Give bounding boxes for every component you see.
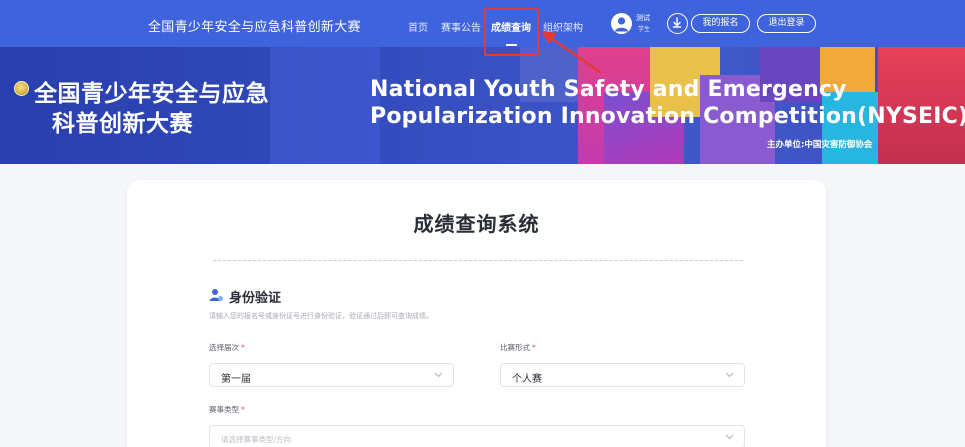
nav-organization[interactable]: 组织架构 xyxy=(543,19,583,34)
chevron-down-icon xyxy=(725,434,734,440)
banner-en-title-line1: National Youth Safety and Emergency xyxy=(370,77,847,102)
user-verify-icon xyxy=(209,289,223,301)
page-title: 成绩查询系统 xyxy=(413,212,540,236)
hero-banner: 全国青少年安全与应急 科普创新大赛 National Youth Safety … xyxy=(0,47,965,164)
banner-deco-block xyxy=(270,47,380,164)
format-label: 比赛形式 * xyxy=(500,343,536,352)
session-select[interactable]: 第一届 xyxy=(209,363,454,387)
user-avatar-icon[interactable] xyxy=(611,13,632,34)
active-nav-indicator xyxy=(506,44,517,46)
my-registration-button[interactable]: 我的报名 xyxy=(691,14,750,33)
section-description: 请输入您的报名号或身份证号进行身份验证，验证通过后即可查询成绩。 xyxy=(209,312,433,320)
chevron-down-icon xyxy=(434,372,443,378)
download-icon[interactable] xyxy=(667,13,688,34)
nav-announcements[interactable]: 赛事公告 xyxy=(441,19,481,34)
title-divider xyxy=(213,260,743,261)
format-select[interactable]: 个人赛 xyxy=(500,363,745,387)
user-role: 学生 xyxy=(638,26,651,33)
nav-home[interactable]: 首页 xyxy=(408,19,428,34)
type-label: 赛事类型 * xyxy=(209,405,245,414)
format-value: 个人赛 xyxy=(512,374,542,385)
banner-en-title-line2: Popularization Innovation Competition(NY… xyxy=(370,104,965,129)
session-value: 第一届 xyxy=(221,374,251,385)
banner-cn-title-line1: 全国青少年安全与应急 xyxy=(34,81,269,107)
session-label: 选择届次 * xyxy=(209,343,245,352)
user-name[interactable]: 测试 xyxy=(636,13,650,23)
competition-logo-icon xyxy=(14,81,29,96)
type-placeholder: 请选择赛事类型/方向 xyxy=(221,435,292,444)
score-query-card: 成绩查询系统 身份验证 请输入您的报名号或身份证号进行身份验证，验证通过后即可查… xyxy=(127,180,826,447)
logout-button[interactable]: 退出登录 xyxy=(757,14,816,33)
nav-score-query[interactable]: 成绩查询 xyxy=(491,19,531,34)
type-select[interactable]: 请选择赛事类型/方向 xyxy=(209,425,745,447)
site-brand[interactable]: 全国青少年安全与应急科普创新大赛 xyxy=(148,16,361,35)
top-nav-bar: 全国青少年安全与应急科普创新大赛 首页 赛事公告 成绩查询 组织架构 测试 学生… xyxy=(0,0,965,47)
banner-organizer: 主办单位:中国灾害防御协会 xyxy=(767,140,873,150)
banner-cn-title-line2: 科普创新大赛 xyxy=(52,111,193,137)
section-title: 身份验证 xyxy=(229,291,282,306)
chevron-down-icon xyxy=(725,372,734,378)
